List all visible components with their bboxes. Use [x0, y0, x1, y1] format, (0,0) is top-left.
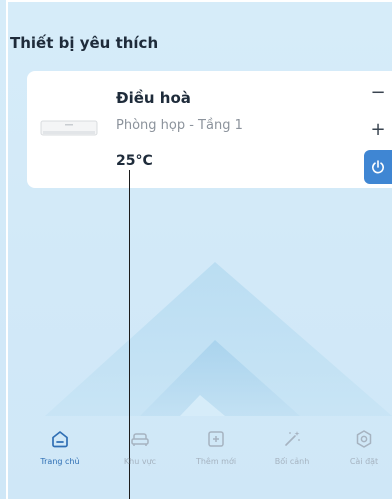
nav-item-settings[interactable]: Cài đặt: [326, 416, 392, 476]
settings-icon: [356, 430, 372, 448]
nav-item-home[interactable]: Trang chủ: [22, 416, 98, 476]
plus-square-icon: [208, 431, 224, 447]
nav-label-add: Thêm mới: [195, 457, 237, 466]
nav-label-area: Khu vực: [123, 457, 157, 466]
device-name: Điều hoà: [116, 89, 191, 107]
nav-item-scenes[interactable]: Bối cảnh: [254, 416, 330, 476]
nav-label-settings: Cài đặt: [349, 457, 379, 466]
increase-temperature-button[interactable]: +: [364, 112, 392, 146]
device-temperature: 25°C: [116, 153, 153, 169]
home-icon: [52, 431, 68, 448]
nav-label-home: Trang chủ: [40, 457, 80, 466]
air-conditioner-icon: [40, 120, 98, 136]
favorites-title: Thiết bị yêu thích: [10, 34, 159, 52]
plus-icon: +: [370, 118, 386, 140]
decrease-temperature-button[interactable]: −: [364, 75, 392, 109]
device-card[interactable]: Điều hoà Phòng họp - Tầng 1 25°C − +: [27, 71, 392, 188]
power-icon: [372, 160, 384, 174]
magic-wand-icon: [285, 431, 300, 446]
sofa-icon: [131, 433, 149, 446]
device-location: Phòng họp - Tầng 1: [116, 118, 243, 133]
nav-item-area[interactable]: Khu vực: [102, 416, 178, 476]
bottom-navigation: Trang chủ Khu vực Thêm mới Bối cảnh Cài …: [0, 416, 392, 476]
power-button[interactable]: [364, 150, 392, 184]
minus-icon: −: [370, 81, 386, 103]
nav-item-add[interactable]: Thêm mới: [178, 416, 254, 476]
nav-label-scenes: Bối cảnh: [274, 457, 310, 466]
